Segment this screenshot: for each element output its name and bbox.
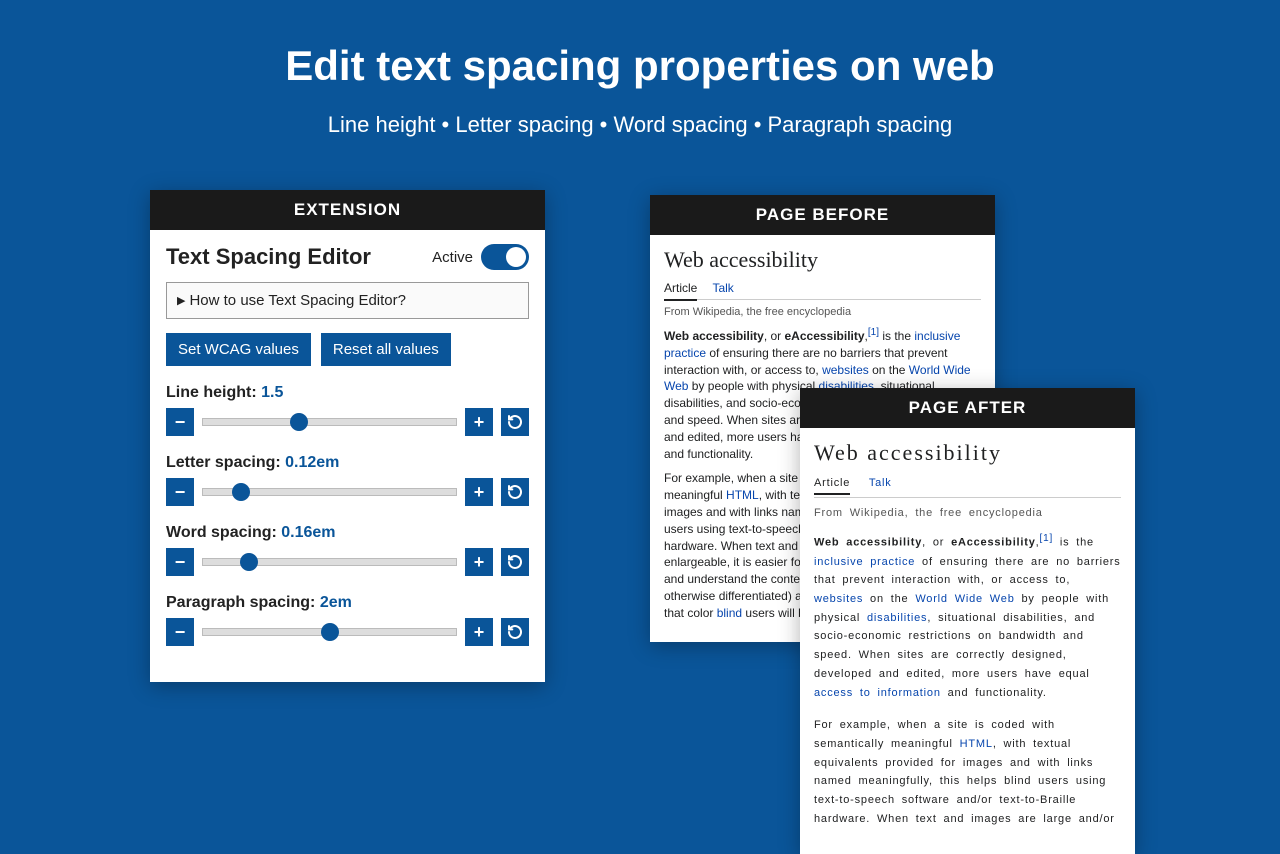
link-websites[interactable]: websites bbox=[814, 593, 863, 605]
reset-button[interactable] bbox=[501, 408, 529, 436]
property-value: 0.12em bbox=[285, 454, 339, 471]
slider-thumb[interactable] bbox=[232, 483, 250, 501]
link-html[interactable]: HTML bbox=[726, 488, 759, 502]
property-label: Letter spacing: 0.12em bbox=[166, 454, 529, 472]
property-row: Paragraph spacing: 2em − + bbox=[166, 594, 529, 646]
active-label: Active bbox=[432, 249, 473, 266]
plus-button[interactable]: + bbox=[465, 548, 493, 576]
extension-panel: EXTENSION Text Spacing Editor Active ▶ H… bbox=[150, 190, 545, 682]
page-after-header: PAGE AFTER bbox=[800, 388, 1135, 428]
tab-article[interactable]: Article bbox=[664, 281, 697, 301]
page-after-panel: PAGE AFTER Web accessibility Article Tal… bbox=[800, 388, 1135, 854]
property-label: Line height: 1.5 bbox=[166, 384, 529, 402]
property-value: 2em bbox=[320, 594, 352, 611]
plus-button[interactable]: + bbox=[465, 478, 493, 506]
wiki-source: From Wikipedia, the free encyclopedia bbox=[814, 504, 1121, 523]
minus-button[interactable]: − bbox=[166, 478, 194, 506]
chevron-right-icon: ▶ bbox=[177, 294, 185, 307]
link-inclusive-practice[interactable]: inclusive practice bbox=[814, 556, 915, 568]
slider-track[interactable] bbox=[202, 558, 457, 566]
link-html[interactable]: HTML bbox=[960, 738, 993, 750]
hero-title: Edit text spacing properties on web bbox=[0, 42, 1280, 90]
reset-button[interactable] bbox=[501, 478, 529, 506]
active-toggle[interactable] bbox=[481, 244, 529, 270]
plus-button[interactable]: + bbox=[465, 618, 493, 646]
wiki-source: From Wikipedia, the free encyclopedia bbox=[664, 306, 981, 318]
property-value: 0.16em bbox=[281, 524, 335, 541]
minus-button[interactable]: − bbox=[166, 548, 194, 576]
tab-talk[interactable]: Talk bbox=[869, 477, 892, 489]
property-value: 1.5 bbox=[261, 384, 283, 401]
property-label: Word spacing: 0.16em bbox=[166, 524, 529, 542]
plus-button[interactable]: + bbox=[465, 408, 493, 436]
link-www[interactable]: World Wide Web bbox=[915, 593, 1014, 605]
reset-all-button[interactable]: Reset all values bbox=[321, 333, 451, 366]
link-access-info[interactable]: access to information bbox=[814, 687, 941, 699]
howto-label: How to use Text Spacing Editor? bbox=[189, 292, 406, 309]
slider-track[interactable] bbox=[202, 488, 457, 496]
extension-header: EXTENSION bbox=[150, 190, 545, 230]
link-blind[interactable]: blind bbox=[717, 606, 742, 620]
wiki-before-title: Web accessibility bbox=[664, 247, 981, 273]
slider-thumb[interactable] bbox=[290, 413, 308, 431]
hero-subtitle: Line height • Letter spacing • Word spac… bbox=[0, 112, 1280, 138]
slider-thumb[interactable] bbox=[321, 623, 339, 641]
slider-thumb[interactable] bbox=[240, 553, 258, 571]
extension-title: Text Spacing Editor bbox=[166, 244, 371, 270]
property-row: Word spacing: 0.16em − + bbox=[166, 524, 529, 576]
wiki-paragraph: Web accessibility, or eAccessibility,[1]… bbox=[814, 530, 1121, 702]
tab-talk[interactable]: Talk bbox=[712, 281, 733, 295]
tab-article[interactable]: Article bbox=[814, 477, 850, 495]
property-label: Paragraph spacing: 2em bbox=[166, 594, 529, 612]
howto-expander[interactable]: ▶ How to use Text Spacing Editor? bbox=[166, 282, 529, 319]
set-wcag-button[interactable]: Set WCAG values bbox=[166, 333, 311, 366]
reset-button[interactable] bbox=[501, 618, 529, 646]
reset-button[interactable] bbox=[501, 548, 529, 576]
link-websites[interactable]: websites bbox=[822, 363, 869, 377]
minus-button[interactable]: − bbox=[166, 408, 194, 436]
slider-track[interactable] bbox=[202, 628, 457, 636]
wiki-after-title: Web accessibility bbox=[814, 440, 1121, 466]
property-row: Line height: 1.5 − + bbox=[166, 384, 529, 436]
property-row: Letter spacing: 0.12em − + bbox=[166, 454, 529, 506]
slider-track[interactable] bbox=[202, 418, 457, 426]
wiki-paragraph: For example, when a site is coded with s… bbox=[814, 716, 1121, 828]
minus-button[interactable]: − bbox=[166, 618, 194, 646]
link-disabilities[interactable]: disabilities bbox=[867, 612, 927, 624]
page-before-header: PAGE BEFORE bbox=[650, 195, 995, 235]
